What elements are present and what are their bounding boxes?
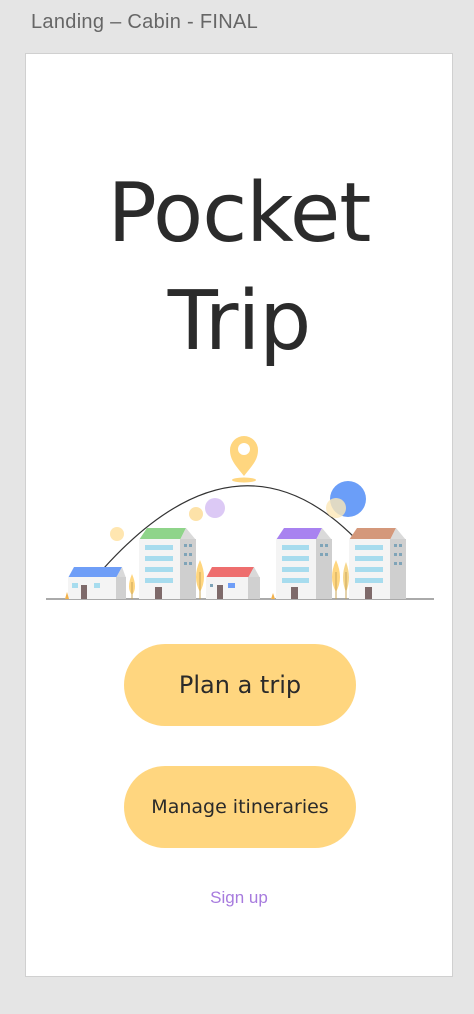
building-green bbox=[139, 528, 196, 599]
plan-trip-button[interactable]: Plan a trip bbox=[124, 644, 356, 726]
app-title: Pocket Trip bbox=[26, 160, 452, 376]
artboard-label: Landing – Cabin - FINAL bbox=[31, 11, 259, 33]
app-title-line-1: Pocket bbox=[107, 166, 372, 261]
bubble bbox=[326, 498, 346, 518]
house-blue bbox=[68, 567, 126, 599]
building-purple bbox=[276, 528, 332, 599]
bubble bbox=[205, 498, 225, 518]
bubble bbox=[110, 527, 124, 541]
plant bbox=[271, 593, 275, 599]
bubble bbox=[189, 507, 203, 521]
building-tan bbox=[349, 528, 406, 599]
app-title-line-2: Trip bbox=[167, 274, 312, 369]
location-pin-icon bbox=[230, 436, 258, 483]
city-illustration bbox=[46, 436, 434, 600]
sign-up-link[interactable]: Sign up bbox=[26, 888, 452, 908]
manage-itineraries-button[interactable]: Manage itineraries bbox=[124, 766, 356, 848]
landing-artboard: Pocket Trip Plan a trip Manage itinerari… bbox=[25, 53, 453, 977]
house-red bbox=[206, 567, 260, 599]
